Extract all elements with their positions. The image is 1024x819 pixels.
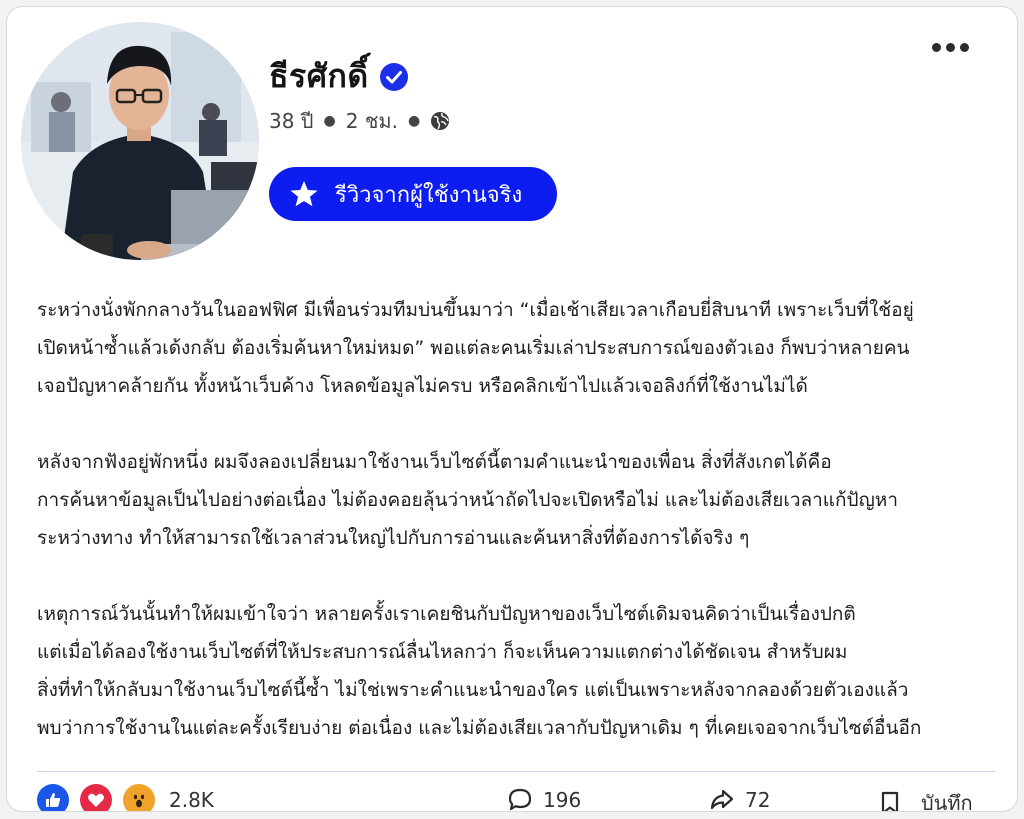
- comment-icon: [508, 788, 532, 811]
- review-badge-label: รีวิวจากผู้ใช้งานจริง: [335, 182, 523, 208]
- wow-icon: [133, 794, 145, 808]
- reactions-summary[interactable]: 2.8K: [37, 784, 214, 812]
- share-button[interactable]: 72: [709, 787, 771, 812]
- share-count: 72: [745, 788, 771, 812]
- paragraph-line: การค้นหาข้อมูลเป็นไปอย่างต่อเนื่อง ไม่ต้…: [37, 489, 899, 511]
- comment-button[interactable]: 196: [507, 787, 582, 812]
- like-reaction: [37, 784, 69, 811]
- bookmark-icon: [881, 791, 899, 811]
- globe-icon: [431, 112, 450, 130]
- paragraph-line: เหตุการณ์วันนั้นทำให้ผมเข้าใจว่า หลายครั…: [37, 603, 856, 625]
- save-button[interactable]: บันทึก: [877, 787, 973, 812]
- comment-count: 196: [543, 788, 582, 812]
- post-paragraph: หลังจากฟังอยู่พักหนึ่ง ผมจึงลองเปลี่ยนมา…: [37, 443, 997, 557]
- post-time[interactable]: 2 ชม.: [346, 105, 398, 137]
- avatar-photo: [21, 22, 259, 260]
- star-icon: [290, 181, 318, 207]
- post-paragraph: ระหว่างนั่งพักกลางวันในออฟฟิศ มีเพื่อนร่…: [37, 291, 997, 405]
- love-icon: [88, 793, 104, 807]
- paragraph-line: พบว่าการใช้งานในแต่ละครั้งเรียบง่าย ต่อเ…: [37, 717, 922, 739]
- save-label: บันทึก: [921, 791, 973, 812]
- meta-separator: ●: [407, 113, 421, 129]
- more-icon: [932, 43, 941, 52]
- review-badge: รีวิวจากผู้ใช้งานจริง: [269, 167, 557, 221]
- wow-reaction: [123, 784, 155, 811]
- reaction-count: 2.8K: [169, 788, 214, 812]
- post-body: ระหว่างนั่งพักกลางวันในออฟฟิศ มีเพื่อนร่…: [37, 291, 997, 785]
- post-footer: 2.8K 196 72 บันทึก: [37, 779, 995, 812]
- more-options-button[interactable]: [932, 43, 969, 52]
- paragraph-line: ระหว่างนั่งพักกลางวันในออฟฟิศ มีเพื่อนร่…: [37, 299, 914, 321]
- author-age: 38 ปี: [269, 109, 314, 133]
- post-paragraph: เหตุการณ์วันนั้นทำให้ผมเข้าใจว่า หลายครั…: [37, 595, 997, 747]
- meta-separator: ●: [323, 113, 336, 129]
- author-row: ธีรศักดิ์: [269, 51, 409, 102]
- author-name[interactable]: ธีรศักดิ์: [269, 51, 369, 102]
- share-icon: [710, 789, 734, 810]
- paragraph-line: หลังจากฟังอยู่พักหนึ่ง ผมจึงลองเปลี่ยนมา…: [37, 451, 832, 473]
- paragraph-line: ระหว่างทาง ทำให้สามารถใช้เวลาส่วนใหญ่ไปก…: [37, 527, 750, 549]
- paragraph-line: แต่เมื่อได้ลองใช้งานเว็บไซต์ที่ให้ประสบก…: [37, 641, 848, 663]
- avatar[interactable]: [21, 22, 259, 260]
- post-meta: 38 ปี ● 2 ชม. ●: [269, 105, 450, 137]
- love-reaction: [80, 784, 112, 811]
- paragraph-line: เจอปัญหาคล้ายกัน ทั้งหน้าเว็บค้าง โหลดข้…: [37, 375, 808, 397]
- paragraph-line: เปิดหน้าซ้ำแล้วเด้งกลับ ต้องเริ่มค้นหาให…: [37, 337, 910, 359]
- like-icon: [46, 793, 61, 807]
- paragraph-line: สิ่งที่ทำให้กลับมาใช้งานเว็บไซต์นี้ซ้ำ ไ…: [37, 679, 909, 701]
- verified-icon: [379, 62, 408, 91]
- post-card: ธีรศักดิ์ 38 ปี ● 2 ชม. ● รีวิวจากผู้ใช้…: [6, 6, 1018, 812]
- footer-divider: [37, 771, 995, 772]
